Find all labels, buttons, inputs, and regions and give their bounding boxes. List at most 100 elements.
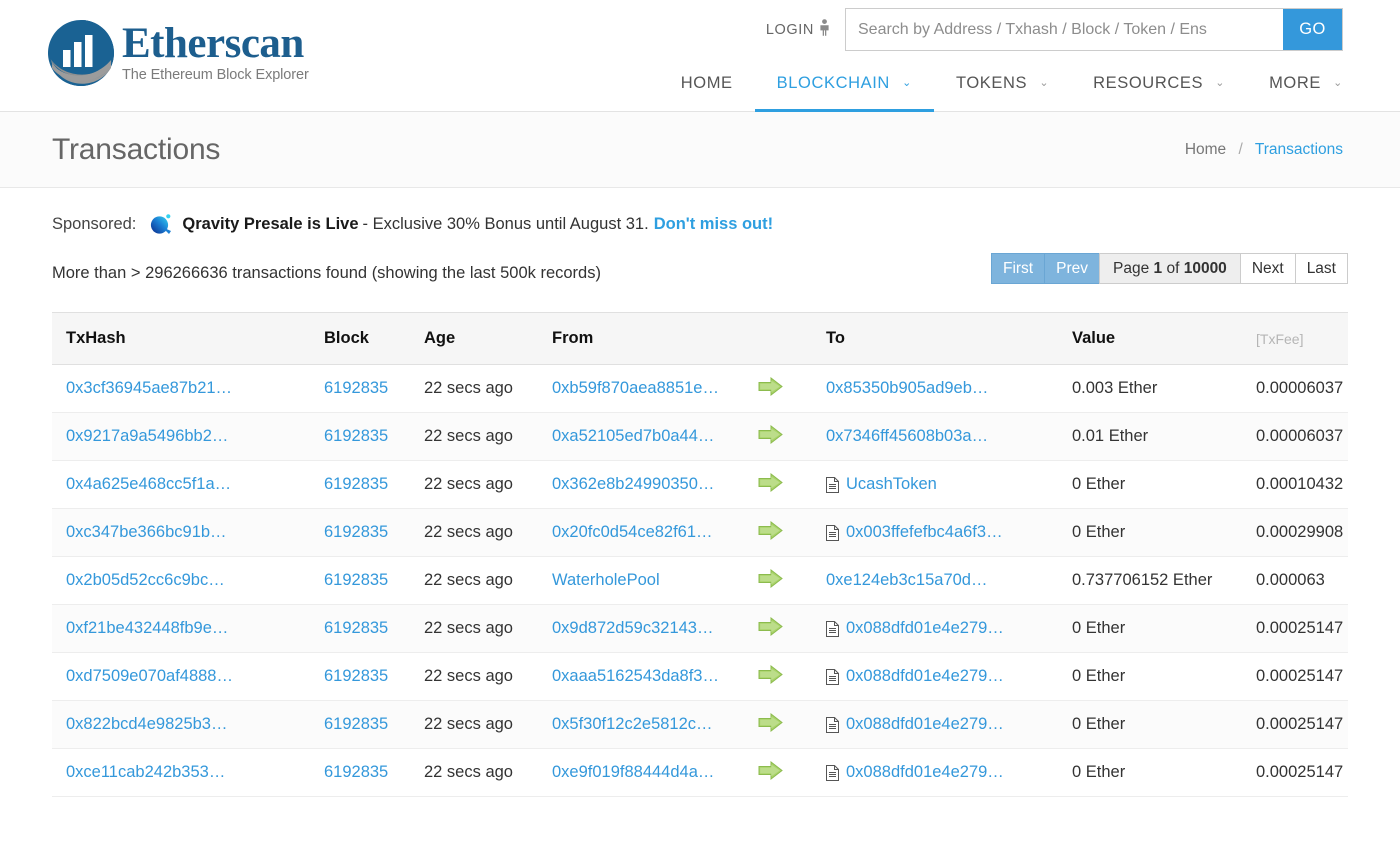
cell-value: 0.737706152 Ether [1058,557,1250,605]
txhash-link[interactable]: 0x822bcd4e9825b3… [66,715,227,733]
to-address-link[interactable]: 0x088dfd01e4e279… [846,715,1004,734]
pagination-prev-button[interactable]: Prev [1044,253,1100,284]
transactions-table-wrapper: TxHash Block Age From To Value [TxFee] 0… [52,312,1348,797]
from-address-link[interactable]: 0x5f30f12c2e5812c… [552,715,713,733]
sponsored-title[interactable]: Qravity Presale is Live [182,215,358,234]
breadcrumb-home[interactable]: Home [1185,141,1226,158]
search-input[interactable] [846,9,1283,50]
cell-from: 0x5f30f12c2e5812c… [538,701,756,749]
pagination-page-indicator: Page 1 of 10000 [1099,253,1241,284]
nav-item-tokens[interactable]: TOKENS ⌄ [934,74,1071,111]
page-titlebar: Transactions Home / Transactions [0,112,1400,188]
block-link[interactable]: 6192835 [324,763,388,781]
contract-document-icon [826,717,839,733]
to-address-link[interactable]: 0x85350b905ad9eb… [826,379,988,398]
cell-block: 6192835 [310,461,410,509]
etherscan-logo[interactable]: Etherscan The Ethereum Block Explorer [44,16,309,90]
txhash-link[interactable]: 0x3cf36945ae87b21… [66,379,232,397]
cell-direction [756,701,812,749]
nav-item-blockchain[interactable]: BLOCKCHAIN ⌄ [755,74,934,111]
to-address-link[interactable]: 0x088dfd01e4e279… [846,619,1004,638]
main-navigation: HOME BLOCKCHAIN ⌄ TOKENS ⌄ RESOURCES ⌄ M… [659,74,1365,111]
nav-item-label: HOME [681,74,733,92]
txhash-link[interactable]: 0x9217a9a5496bb2… [66,427,228,445]
contract-document-icon [826,621,839,637]
txhash-link[interactable]: 0xce11cab242b353… [66,763,225,781]
pagination-next-button[interactable]: Next [1240,253,1296,284]
from-address-link[interactable]: 0x20fc0d54ce82f61… [552,523,713,541]
from-address-link[interactable]: WaterholePool [552,571,660,589]
pagination-controls: First Prev Page 1 of 10000 Next Last [992,253,1348,284]
block-link[interactable]: 6192835 [324,667,388,685]
chevron-down-icon: ⌄ [902,76,912,89]
txhash-link[interactable]: 0xf21be432448fb9e… [66,619,228,637]
to-address-link[interactable]: 0x088dfd01e4e279… [846,763,1004,782]
cell-from: WaterholePool [538,557,756,605]
cell-from: 0x20fc0d54ce82f61… [538,509,756,557]
block-link[interactable]: 6192835 [324,571,388,589]
cell-to: 0x7346ff45608b03a… [812,413,1058,461]
block-link[interactable]: 6192835 [324,427,388,445]
nav-item-home[interactable]: HOME [659,74,755,111]
cell-txhash: 0x4a625e468cc5f1a… [52,461,310,509]
from-address-link[interactable]: 0xe9f019f88444d4a… [552,763,714,781]
to-address-link[interactable]: 0x088dfd01e4e279… [846,667,1004,686]
to-address-link[interactable]: UcashToken [846,475,937,494]
green-arrow-right-icon [758,377,784,396]
table-row: 0x3cf36945ae87b21…619283522 secs ago0xb5… [52,365,1348,413]
txhash-link[interactable]: 0xd7509e070af4888… [66,667,233,685]
search-go-button[interactable]: GO [1283,9,1342,50]
nav-item-resources[interactable]: RESOURCES ⌄ [1071,74,1247,111]
block-link[interactable]: 6192835 [324,715,388,733]
from-address-link[interactable]: 0x9d872d59c32143… [552,619,713,637]
to-address-link[interactable]: 0x003ffefefbc4a6f3… [846,523,1003,542]
block-link[interactable]: 6192835 [324,523,388,541]
cell-from: 0x9d872d59c32143… [538,605,756,653]
pagination-first-button[interactable]: First [991,253,1045,284]
txhash-link[interactable]: 0x4a625e468cc5f1a… [66,475,231,493]
cell-txfee: 0.00025147 [1250,749,1348,797]
column-header-age: Age [410,313,538,365]
column-header-txhash: TxHash [52,313,310,365]
nav-item-label: MORE [1269,74,1321,92]
block-link[interactable]: 6192835 [324,619,388,637]
transactions-table-body: 0x3cf36945ae87b21… 6192835 22 secs ago 0xb5… [52,365,1348,797]
to-address-link[interactable]: 0xe124eb3c15a70d… [826,571,987,590]
block-link[interactable]: 6192835 [324,379,388,397]
pagination-last-button[interactable]: Last [1295,253,1348,284]
cell-txhash: 0x3cf36945ae87b21… [52,365,310,413]
table-row: 0x4a625e468cc5f1a…619283522 secs ago0x36… [52,461,1348,509]
contract-document-icon [826,669,839,685]
cell-block: 6192835 [310,749,410,797]
block-link[interactable]: 6192835 [324,475,388,493]
contract-document-icon [826,765,839,781]
cell-block: 6192835 [310,605,410,653]
column-header-to: To [812,313,1058,365]
table-row: 0xce11cab242b353…619283522 secs ago0xe9f… [52,749,1348,797]
contract-document-icon [826,525,839,541]
from-address-link[interactable]: 0xb59f870aea8851e… [552,379,719,397]
to-address-link[interactable]: 0x7346ff45608b03a… [826,427,988,446]
cell-to: UcashToken [812,461,1058,509]
from-address-link[interactable]: 0xaaa5162543da8f3… [552,667,719,685]
from-address-link[interactable]: 0xa52105ed7b0a44… [552,427,714,445]
table-row: 0xf21be432448fb9e…619283522 secs ago0x9d… [52,605,1348,653]
login-link[interactable]: LOGIN [766,19,830,40]
cell-direction [756,413,812,461]
breadcrumb: Home / Transactions [1185,141,1343,159]
cell-value: 0.01 Ether [1058,413,1250,461]
nav-item-more[interactable]: MORE ⌄ [1247,74,1365,111]
cell-age: 22 secs ago [410,509,538,557]
cell-block: 6192835 [310,509,410,557]
from-address-link[interactable]: 0x362e8b24990350… [552,475,714,493]
sponsored-cta-link[interactable]: Don't miss out! [654,215,773,234]
breadcrumb-current[interactable]: Transactions [1255,141,1343,158]
header-utilities: LOGIN GO [766,8,1343,51]
table-row: 0xc347be366bc91b… 6192835 22 secs ago 0x20f… [52,509,1348,557]
txhash-link[interactable]: 0x2b05d52cc6c9bc… [66,571,225,589]
pagination-page-word: Page [1113,260,1149,278]
txhash-link[interactable]: 0xc347be366bc91b… [66,523,227,541]
cell-direction [756,509,812,557]
green-arrow-right-icon [758,713,784,732]
pagination-total-pages: 10000 [1184,260,1227,278]
